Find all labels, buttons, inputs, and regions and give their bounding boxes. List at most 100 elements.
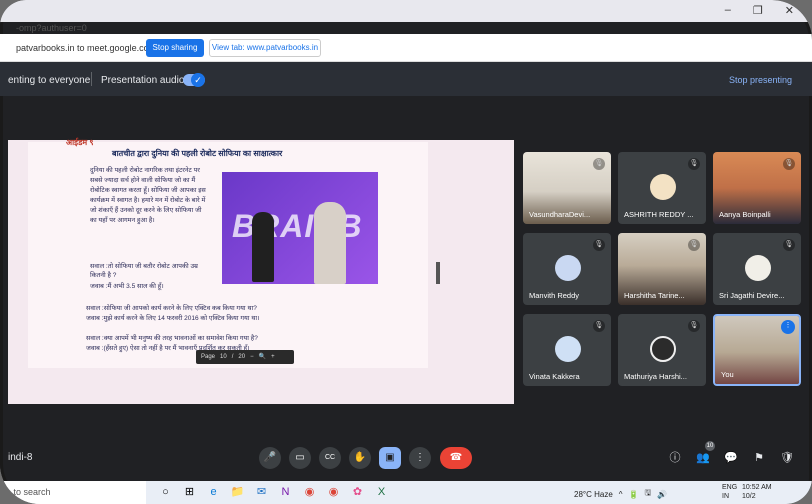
camera-button[interactable]: ▭	[289, 447, 311, 469]
present-button[interactable]: ▣	[379, 447, 401, 469]
system-tray: 28°C Haze ^ 🔋 🖫 🔊	[574, 487, 667, 501]
mail-icon[interactable]: ✉	[254, 485, 269, 500]
language-code: ENG	[722, 484, 738, 491]
people-icon[interactable]: 👥	[694, 449, 712, 467]
page-total: 20	[238, 354, 246, 360]
excel-icon[interactable]: X	[374, 485, 389, 500]
paint-icon[interactable]: ✿	[350, 485, 365, 500]
page-number[interactable]: 10	[220, 350, 227, 364]
participant-tile[interactable]: 🎙 VasundharaDevi...	[523, 152, 611, 224]
avatar	[745, 255, 771, 281]
question-1: सवाल :तो सोफिया जी बतौर रोबोट आपकी उम्र …	[90, 263, 198, 279]
person-figure	[314, 202, 346, 284]
cortana-icon[interactable]: ○	[158, 485, 173, 500]
edge-icon[interactable]: e	[206, 485, 221, 500]
participant-name: You	[721, 370, 734, 379]
minimize-icon[interactable]: –	[725, 4, 731, 17]
shared-screen: आईडम ९ बातचीत द्वारा दुनिया की पहली रोबो…	[8, 138, 514, 404]
robot-photo: BRAINB	[222, 172, 378, 284]
page-label: Page	[201, 354, 216, 360]
participant-name: Aanya Boinpalli	[719, 210, 771, 219]
stop-sharing-button[interactable]: Stop sharing	[146, 39, 204, 57]
onenote-icon[interactable]: N	[278, 485, 293, 500]
participant-name: Sri Jagathi Devire...	[719, 291, 785, 300]
pdf-zoom-controls[interactable]: Page 10 / 20 − 🔍 +	[196, 350, 294, 364]
participant-name: Mathuriya Harshi...	[624, 372, 687, 381]
participant-tile[interactable]: 🎙 Vinata Kakkera	[523, 314, 611, 386]
participant-tile[interactable]: 🎙 Manvith Reddy	[523, 233, 611, 305]
weather-widget[interactable]: 28°C Haze	[574, 490, 613, 499]
tab-sharing-bar: patvarbooks.in to meet.google.com Stop s…	[0, 34, 812, 62]
browser-titlebar: – ❐ ✕	[0, 0, 812, 22]
avatar	[555, 255, 581, 281]
participant-name: Vinata Kakkera	[529, 372, 580, 381]
region-code: IN	[722, 493, 729, 500]
participant-name: VasundharaDevi...	[529, 210, 591, 219]
clock[interactable]: 10:52 AM 10/2	[742, 483, 772, 501]
microphone-button[interactable]: 🎤	[259, 447, 281, 469]
question-3: सवाल :क्या आपमें भी मनुष्य की तरह भावनाओ…	[86, 335, 258, 342]
mic-off-icon: 🎙	[783, 158, 795, 170]
more-options-button[interactable]: ⋮	[409, 447, 431, 469]
file-explorer-icon[interactable]: 📁	[230, 485, 245, 500]
battery-icon[interactable]: 🔋	[629, 490, 639, 499]
chapter-label: आईडम ९	[66, 138, 94, 147]
avatar	[555, 336, 581, 362]
avatar	[650, 174, 676, 200]
presentation-audio-toggle[interactable]: ✓	[183, 73, 205, 87]
activities-icon[interactable]: ⚑	[750, 449, 768, 467]
raise-hand-button[interactable]: ✋	[349, 447, 371, 469]
participant-count-badge: 10	[705, 441, 715, 451]
zoom-in-icon[interactable]: +	[271, 350, 275, 364]
chrome-icon[interactable]: ◉	[302, 485, 317, 500]
participant-tile[interactable]: 🎙 Mathuriya Harshi...	[618, 314, 706, 386]
screen-frame: – ❐ ✕ -omp?authuser=0 patvarbooks.in to …	[0, 0, 812, 504]
volume-icon[interactable]: 🔊	[657, 490, 667, 499]
zoom-icon[interactable]: 🔍	[259, 350, 266, 364]
close-icon[interactable]: ✕	[785, 4, 794, 17]
time: 10:52 AM	[742, 484, 772, 491]
sharing-message: patvarbooks.in to meet.google.com	[16, 43, 157, 53]
participant-tile[interactable]: 🎙 ASHRITH REDDY ...	[618, 152, 706, 224]
chat-icon[interactable]: 💬	[722, 449, 740, 467]
question-2: सवाल :सोफिया जी आपको कार्य करने के लिए ए…	[86, 305, 257, 312]
check-icon: ✓	[191, 73, 205, 87]
participant-name: ASHRITH REDDY ...	[624, 210, 694, 219]
view-tab-button[interactable]: View tab: www.patvarbooks.in	[209, 39, 321, 57]
restore-icon[interactable]: ❐	[753, 4, 763, 17]
answer-1: जवाब :मैं अभी 3.5 साल की हूँ।	[90, 283, 164, 290]
chrome-icon[interactable]: ◉	[326, 485, 341, 500]
meeting-info-icon[interactable]: ⓘ	[666, 449, 684, 467]
taskbar-apps: ○ ⊞ e 📁 ✉ N ◉ ◉ ✿ X	[158, 485, 389, 500]
captions-button[interactable]: CC	[319, 447, 341, 469]
language-indicator[interactable]: ENG IN	[722, 483, 737, 501]
stop-presenting-button[interactable]: Stop presenting	[729, 75, 792, 85]
document-heading: बातचीत द्वारा दुनिया की पहली रोबोट सोफिय…	[112, 149, 283, 158]
network-icon[interactable]: 🖫	[645, 487, 652, 501]
participant-name: Harshitha Tarine...	[624, 291, 685, 300]
document-paragraph: दुनिया की पहली रोबोट नागरिक तथा इंटरनेट …	[90, 167, 206, 224]
mic-off-icon: 🎙	[688, 320, 700, 332]
participant-tile[interactable]: 🎙 Sri Jagathi Devire...	[713, 233, 801, 305]
taskbar-search[interactable]: e to search	[0, 481, 146, 504]
mic-off-icon: 🎙	[688, 158, 700, 170]
self-tile[interactable]: ⋮ You	[713, 314, 801, 386]
participant-tile[interactable]: 🎙 Aanya Boinpalli	[713, 152, 801, 224]
presentation-bar: enting to everyone Presentation audio ✓ …	[0, 62, 812, 96]
chevron-up-icon[interactable]: ^	[619, 490, 623, 499]
more-options-icon[interactable]: ⋮	[781, 320, 795, 334]
task-view-icon[interactable]: ⊞	[182, 485, 197, 500]
participant-tile[interactable]: 🎙 Harshitha Tarine...	[618, 233, 706, 305]
scrollbar[interactable]	[436, 262, 440, 284]
mic-off-icon: 🎙	[593, 320, 605, 332]
robot-figure	[252, 212, 274, 282]
date: 10/2	[742, 493, 756, 500]
presenting-status: enting to everyone	[8, 75, 91, 86]
host-controls-icon[interactable]: 🛡	[778, 449, 796, 467]
document-page: आईडम ९ बातचीत द्वारा दुनिया की पहली रोबो…	[28, 138, 440, 368]
mic-off-icon: 🎙	[783, 239, 795, 251]
url-fragment[interactable]: -omp?authuser=0	[16, 22, 87, 34]
zoom-out-icon[interactable]: −	[250, 350, 254, 364]
meeting-name: indi-8	[8, 452, 33, 463]
leave-call-button[interactable]: ☎	[440, 447, 472, 469]
